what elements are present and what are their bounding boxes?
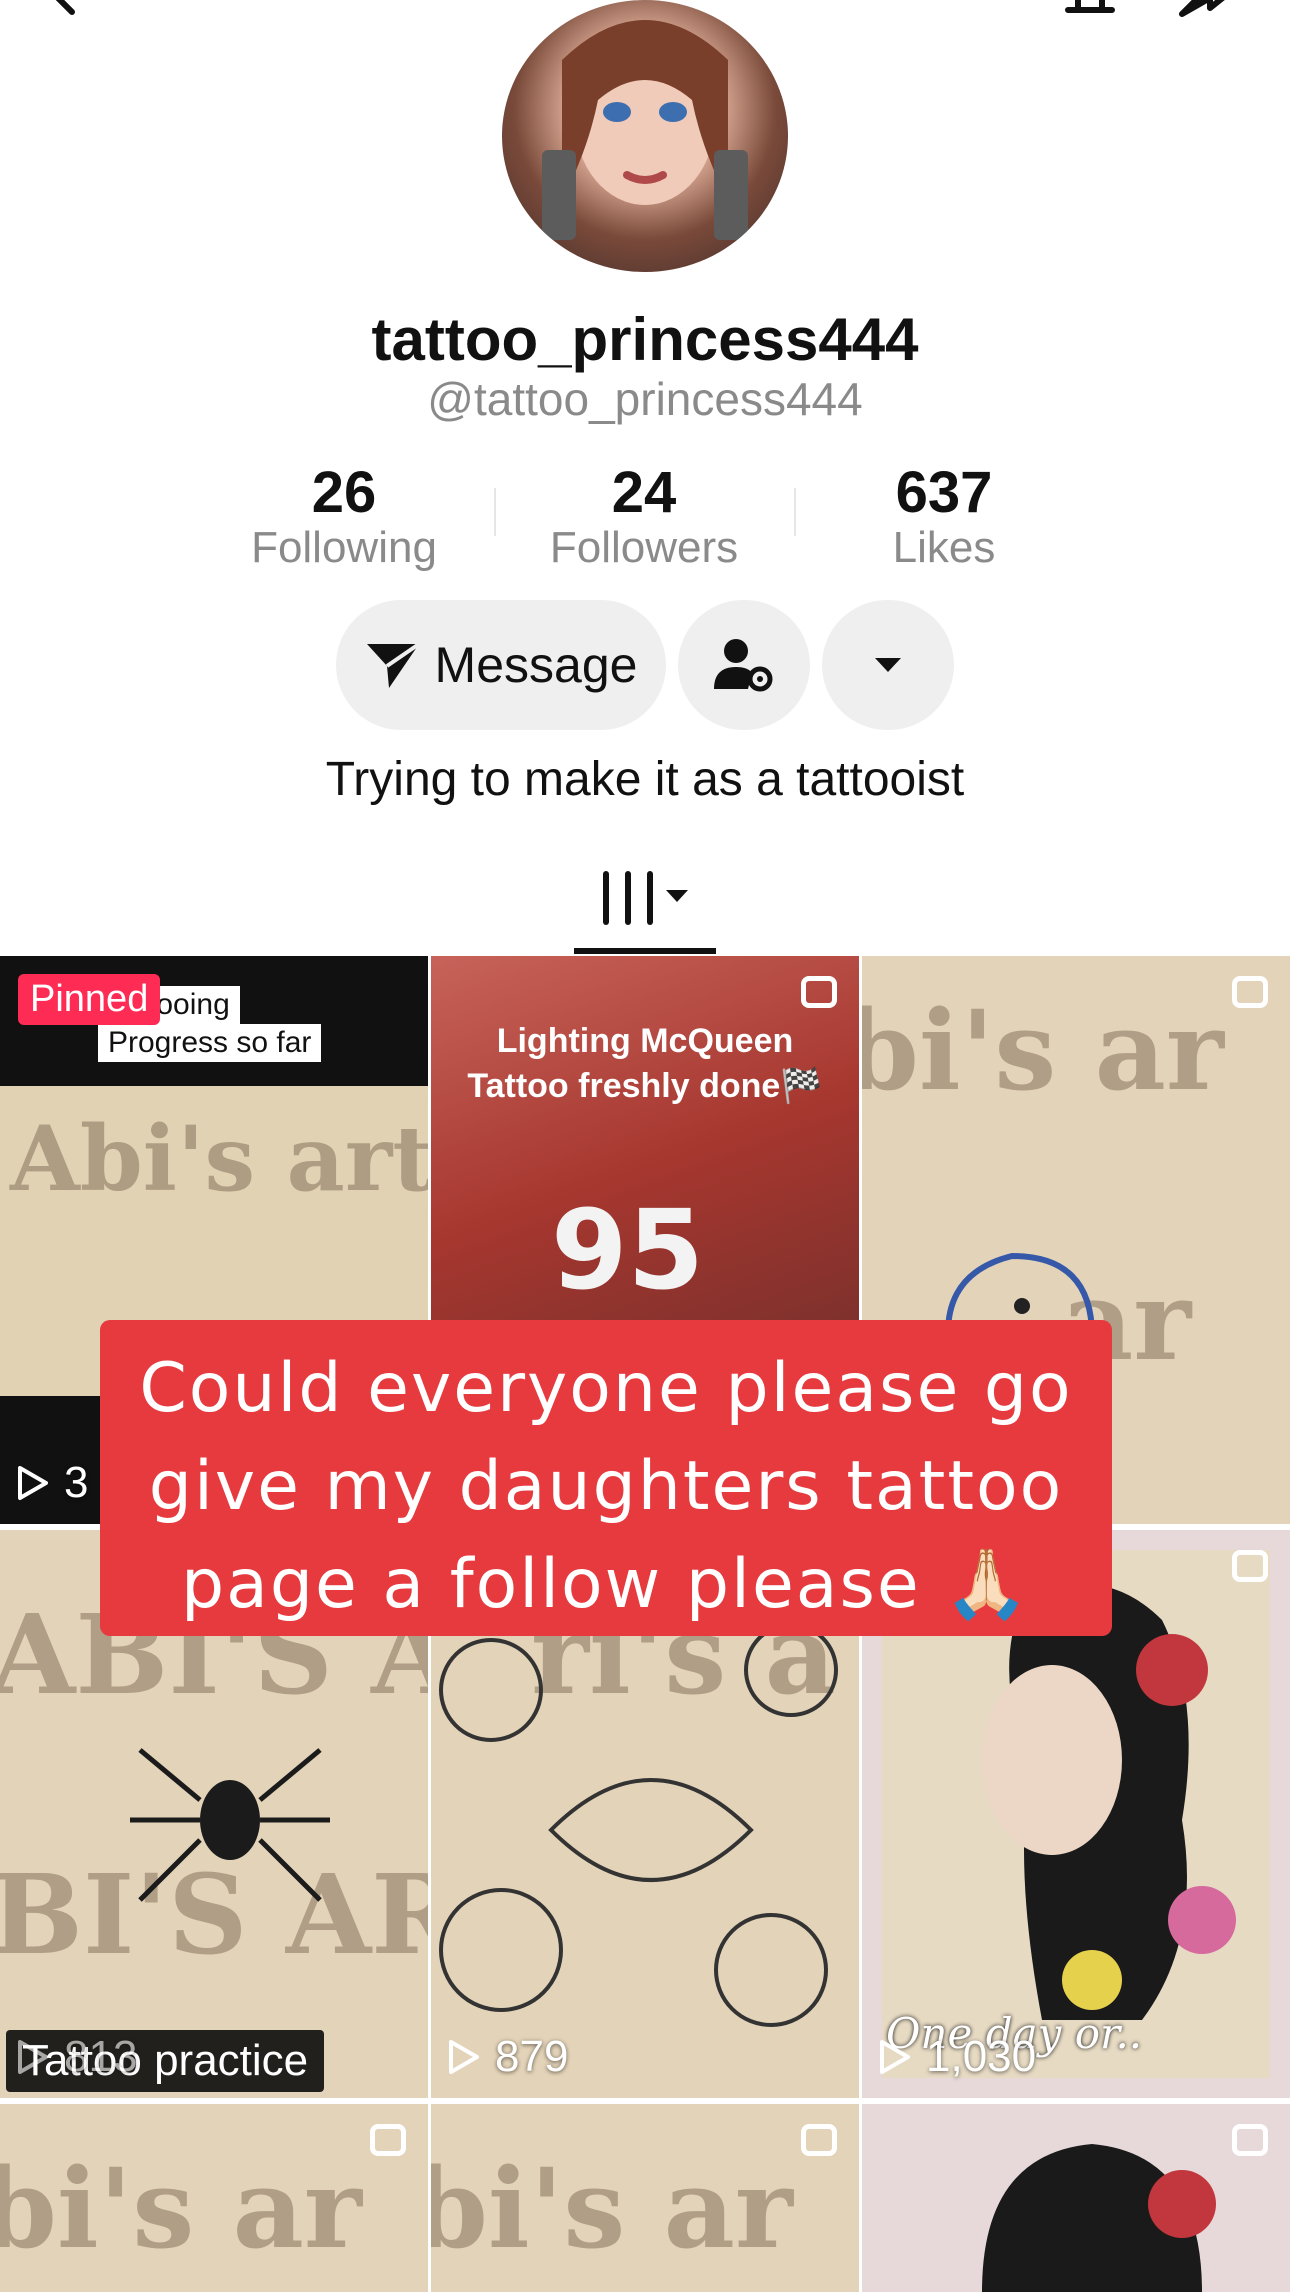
multi-photo-icon bbox=[1232, 2124, 1268, 2156]
divider bbox=[794, 488, 796, 536]
send-icon bbox=[365, 640, 421, 690]
play-icon bbox=[16, 2039, 50, 2075]
message-button[interactable]: Message bbox=[336, 600, 666, 730]
play-icon bbox=[447, 2039, 481, 2075]
caption-bottom: Progress so far bbox=[98, 1024, 322, 1062]
user-settings-button[interactable] bbox=[678, 600, 810, 730]
view-count: 879 bbox=[447, 2032, 568, 2082]
view-count: 3 bbox=[16, 1458, 88, 1508]
caption-top: Lighting McQueen bbox=[496, 1022, 794, 1060]
play-icon bbox=[16, 1465, 50, 1501]
multi-photo-icon bbox=[1232, 1550, 1268, 1582]
multi-photo-icon bbox=[370, 2124, 406, 2156]
post-tile-8[interactable]: bi's ar bbox=[431, 2104, 859, 2292]
overlay-line-1: Could everyone please go bbox=[139, 1349, 1073, 1428]
stat-likes[interactable]: 637 Likes bbox=[824, 462, 1064, 572]
followers-label: Followers bbox=[549, 523, 739, 572]
multi-photo-icon bbox=[801, 976, 837, 1008]
post-tile-7[interactable]: bi's ar bbox=[0, 2104, 428, 2292]
back-icon[interactable] bbox=[40, 0, 90, 25]
tab-videos[interactable] bbox=[598, 868, 698, 928]
caret-down-icon bbox=[873, 656, 903, 674]
divider bbox=[494, 488, 496, 536]
bell-icon[interactable] bbox=[1060, 0, 1120, 25]
view-count: 813 bbox=[16, 2032, 137, 2082]
multi-photo-icon bbox=[801, 2124, 837, 2156]
overlay-caption: Could everyone please go give my daughte… bbox=[100, 1320, 1112, 1636]
overlay-line-3: page a follow please 🙏🏻 bbox=[180, 1545, 1031, 1624]
followers-count: 24 bbox=[611, 460, 677, 525]
post-tile-9[interactable] bbox=[862, 2104, 1290, 2292]
overlay-line-2: give my daughters tattoo bbox=[148, 1447, 1064, 1526]
avatar[interactable] bbox=[502, 0, 788, 272]
view-count: 1,030 bbox=[878, 2032, 1036, 2082]
share-icon[interactable] bbox=[1176, 0, 1236, 25]
likes-count: 637 bbox=[895, 460, 993, 525]
caption-bottom: Tattoo freshly done🏁 bbox=[467, 1067, 823, 1105]
following-count: 26 bbox=[311, 460, 377, 525]
play-icon bbox=[878, 2039, 912, 2075]
user-settings-icon bbox=[714, 637, 774, 693]
bio: Trying to make it as a tattooist bbox=[325, 753, 965, 806]
tab-indicator bbox=[574, 948, 716, 954]
stat-followers[interactable]: 24 Followers bbox=[524, 462, 764, 572]
message-label: Message bbox=[434, 637, 638, 693]
stat-following[interactable]: 26 Following bbox=[224, 462, 464, 572]
pinned-badge: Pinned bbox=[18, 974, 161, 1025]
username: tattoo_princess444 bbox=[371, 306, 919, 373]
multi-photo-icon bbox=[1232, 976, 1268, 1008]
likes-label: Likes bbox=[892, 523, 996, 572]
following-label: Following bbox=[251, 523, 437, 572]
more-dropdown-button[interactable] bbox=[822, 600, 954, 730]
handle: @tattoo_princess444 bbox=[427, 373, 863, 425]
grid-icon bbox=[598, 871, 698, 932]
